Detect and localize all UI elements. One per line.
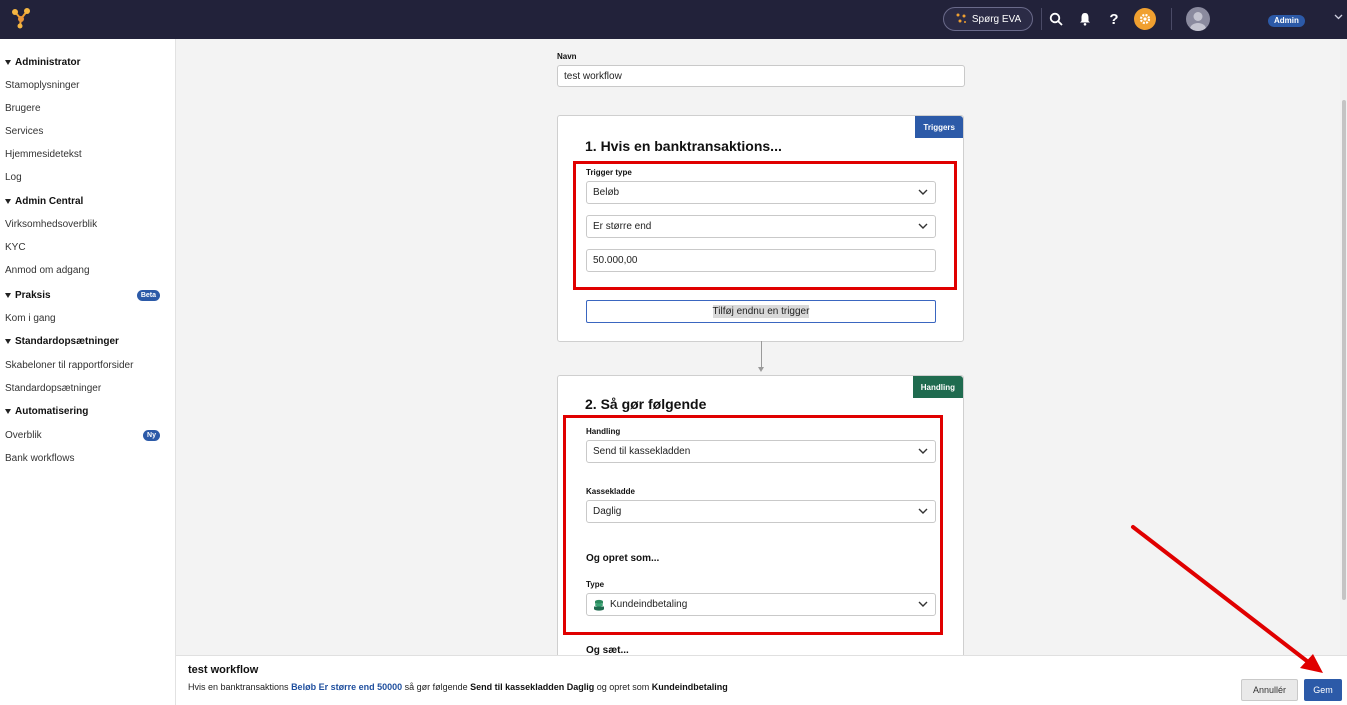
summary-text: så gør følgende	[402, 682, 471, 692]
search-icon[interactable]	[1046, 9, 1066, 29]
chevron-down-icon[interactable]	[1334, 12, 1343, 23]
beta-badge: Beta	[136, 290, 160, 301]
avatar-icon[interactable]	[1186, 7, 1210, 31]
top-bar: Spørg EVA ? Admin	[0, 0, 1347, 39]
footer-title: test workflow	[188, 664, 259, 676]
save-button[interactable]: Gem	[1304, 679, 1342, 701]
sidebar-group-label: Praksis	[15, 290, 51, 301]
page-scrollbar-thumb[interactable]	[1342, 100, 1346, 600]
sidebar-group-label: Automatisering	[15, 406, 89, 417]
sidebar-group-label: Admin Central	[15, 196, 84, 207]
name-input[interactable]: test workflow	[557, 65, 965, 87]
sidebar-group-label: Administrator	[15, 57, 81, 68]
app-logo-icon[interactable]	[9, 6, 33, 30]
summary-text: Hvis en banktransaktions	[188, 682, 292, 692]
add-trigger-label: Tilføj endnu en trigger	[712, 305, 810, 318]
sidebar-item-overblik[interactable]: Overblik Ny	[0, 424, 176, 447]
sidebar-group-administrator[interactable]: Administrator	[0, 51, 176, 74]
trigger-highlight-box	[573, 161, 957, 290]
help-icon[interactable]: ?	[1104, 9, 1124, 29]
bell-icon[interactable]	[1075, 9, 1095, 29]
sidebar-group-praksis[interactable]: Praksis Beta	[0, 284, 176, 307]
action-highlight-box	[563, 415, 943, 635]
flow-connector	[761, 341, 762, 369]
summary-trigger: Beløb Er større end 50000	[291, 682, 403, 692]
name-label: Navn	[557, 52, 577, 61]
sidebar-item-stamoplysninger[interactable]: Stamoplysninger	[0, 74, 176, 97]
sidebar-item-skabeloner[interactable]: Skabeloner til rapportforsider	[0, 354, 176, 377]
triggers-tag: Triggers	[915, 116, 963, 138]
ask-eva-button[interactable]: Spørg EVA	[943, 7, 1033, 31]
sidebar-item-kom-i-gang[interactable]: Kom i gang	[0, 307, 176, 330]
sidebar: Administrator Stamoplysninger Brugere Se…	[0, 39, 176, 705]
action-card-title: 2. Så gør følgende	[585, 396, 707, 412]
sidebar-item-hjemmesidetekst[interactable]: Hjemmesidetekst	[0, 143, 176, 166]
sidebar-item-anmod-om-adgang[interactable]: Anmod om adgang	[0, 259, 176, 282]
sidebar-item-standardopsaetninger[interactable]: Standardopsætninger	[0, 377, 176, 400]
cancel-button[interactable]: Annullér	[1241, 679, 1298, 701]
summary-action: Send til kassekladden Daglig	[470, 682, 595, 692]
trigger-card-title: 1. Hvis en banktransaktions...	[585, 138, 782, 154]
sidebar-item-log[interactable]: Log	[0, 166, 176, 189]
topbar-divider	[1171, 8, 1172, 30]
admin-badge[interactable]: Admin	[1268, 15, 1305, 27]
sidebar-group-standardopsaetninger[interactable]: Standardopsætninger	[0, 330, 176, 353]
sidebar-group-automatisering[interactable]: Automatisering	[0, 400, 176, 423]
new-badge: Ny	[143, 430, 160, 441]
sidebar-item-label: Overblik	[5, 430, 42, 441]
sidebar-item-brugere[interactable]: Brugere	[0, 97, 176, 120]
sidebar-item-services[interactable]: Services	[0, 120, 176, 143]
sidebar-item-bank-workflows[interactable]: Bank workflows	[0, 447, 176, 470]
summary-footer: test workflow Hvis en banktransaktions B…	[176, 655, 1347, 705]
handling-tag: Handling	[912, 376, 963, 398]
topbar-divider	[1041, 8, 1042, 30]
flow-arrow-icon	[758, 367, 764, 372]
add-trigger-button[interactable]: Tilføj endnu en trigger	[586, 300, 936, 323]
sidebar-item-virksomhedsoverblik[interactable]: Virksomhedsoverblik	[0, 213, 176, 236]
footer-summary: Hvis en banktransaktions Beløb Er større…	[188, 682, 728, 692]
summary-type: Kundeindbetaling	[651, 682, 728, 692]
ask-eva-label: Spørg EVA	[971, 13, 1022, 25]
sparkle-icon	[955, 12, 967, 27]
summary-text: og opret som	[594, 682, 652, 692]
sidebar-item-kyc[interactable]: KYC	[0, 236, 176, 259]
sidebar-group-admin-central[interactable]: Admin Central	[0, 190, 176, 213]
gear-icon[interactable]	[1134, 8, 1156, 30]
sidebar-group-label: Standardopsætninger	[15, 336, 119, 347]
